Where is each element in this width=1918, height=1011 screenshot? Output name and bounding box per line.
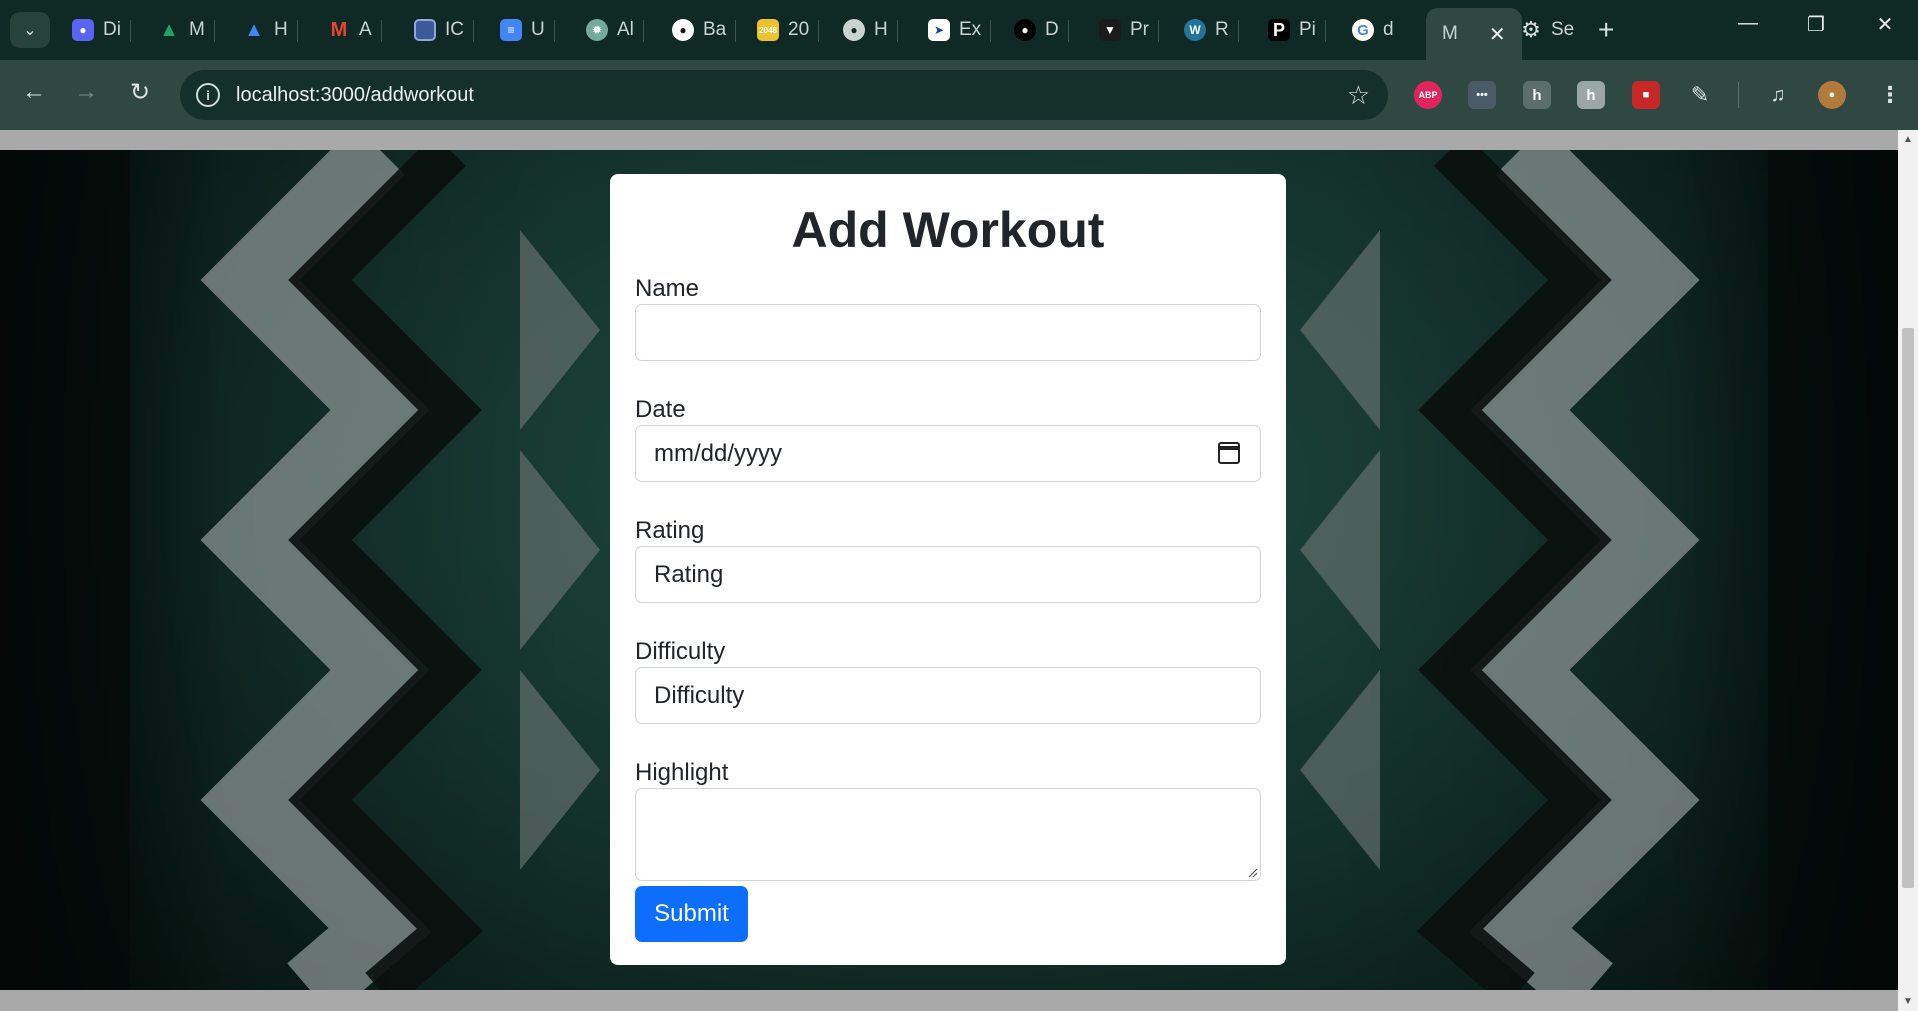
tab-15[interactable]: P Pi [1268,12,1326,48]
discord-icon: ● [72,19,94,41]
extension-h-icon[interactable]: h [1577,81,1605,109]
plus-icon: + [1598,14,1615,45]
url-text[interactable]: localhost:3000/addworkout [236,84,474,107]
arrow-right-icon: → [74,78,98,105]
extension-red-icon[interactable]: ■ [1632,81,1660,109]
tab-11[interactable]: ➤ Ex [928,12,992,48]
tab-16[interactable]: G d [1352,12,1394,48]
skull-icon: ● [1014,19,1036,41]
tab-6[interactable]: ≡ U [500,12,555,48]
tab-search-button[interactable]: ⌄ [10,12,50,48]
gear-icon: ⚙ [1521,17,1541,42]
close-tab-icon[interactable]: ✕ [1489,22,1506,47]
tab-10[interactable]: ● H [843,12,898,48]
media-control-icon[interactable]: ♫ [1764,81,1792,109]
game-2048-icon: 2048 [757,19,779,41]
difficulty-input[interactable]: Difficulty [635,667,1261,724]
restore-icon: ❐ [1807,14,1825,36]
gmail-icon: M [330,18,348,41]
close-window-button[interactable]: ✕ [1865,12,1905,37]
tab-active[interactable]: M ✕ [1426,8,1522,60]
page-scrollbar[interactable]: ▲ ▼ [1898,130,1918,1011]
arrow-left-icon: ← [22,78,46,105]
tab-7[interactable]: ✹ Al [586,12,644,48]
page-title: Add Workout [791,202,1105,258]
tab-bar: ⌄ ● Di ▲ M ▲ H M A IC ≡ U ✹ Al ● Ba 2048… [0,0,1918,60]
password-extension-icon[interactable]: ••• [1468,81,1496,109]
google-drive-icon: ▲ [244,18,264,41]
toolbar-divider [1738,82,1739,108]
page-top-strip [0,130,1898,150]
tab-4[interactable]: M A [328,12,382,48]
calendar-icon[interactable] [1218,442,1240,464]
tab-1[interactable]: ● Di [72,12,131,48]
scroll-up-arrow-icon[interactable]: ▲ [1898,134,1918,145]
honey-extension-icon[interactable]: h [1523,81,1551,109]
tab-9[interactable]: 2048 20 [757,12,820,48]
reload-icon: ↻ [129,79,151,106]
new-tab-button[interactable]: + [1598,14,1614,46]
wordpress-icon: W [1184,19,1206,41]
chevron-down-icon: ⌄ [23,22,37,39]
tab-3[interactable]: ▲ H [243,12,298,48]
forward-button[interactable]: → [68,78,104,106]
add-workout-card: Add Workout Name Date mm/dd/yyyy Rating … [610,174,1286,965]
document-icon [414,19,436,41]
globe-icon: ● [843,19,865,41]
runner-icon: ➤ [928,19,950,41]
minimize-button[interactable]: — [1728,12,1768,35]
google-docs-icon: ≡ [500,19,522,41]
page-bottom-strip [0,990,1898,1011]
panther-icon: ▼ [1099,19,1121,41]
scroll-down-arrow-icon[interactable]: ▼ [1898,996,1918,1007]
browser-toolbar: ← → ↻ i localhost:3000/addworkout ☆ ABP … [0,60,1918,130]
difficulty-label: Difficulty [635,638,726,665]
scrollbar-thumb[interactable] [1902,328,1914,888]
tab-12[interactable]: ● D [1014,12,1069,48]
tab-settings[interactable]: ⚙ Se [1520,12,1574,48]
date-label: Date [635,396,686,423]
back-button[interactable]: ← [16,78,52,106]
google-drive-icon: ▲ [159,18,179,41]
google-icon: G [1352,19,1374,41]
restore-button[interactable]: ❐ [1796,12,1836,37]
github-icon: ● [672,19,694,41]
tab-13[interactable]: ▼ Pr [1099,12,1159,48]
p-logo-icon: P [1268,19,1290,41]
tab-5[interactable]: IC [414,12,474,48]
resize-grip-icon[interactable] [1246,866,1258,878]
site-info-icon[interactable]: i [196,83,220,107]
highlight-label: Highlight [635,759,729,786]
close-icon: ✕ [1876,14,1894,36]
tab-2[interactable]: ▲ M [158,12,215,48]
puzzle-extensions-icon[interactable]: ✎ [1686,81,1714,109]
chatgpt-icon: ✹ [586,19,608,41]
profile-avatar[interactable]: ● [1818,81,1846,109]
reload-button[interactable]: ↻ [122,78,158,107]
name-label: Name [635,275,700,302]
highlight-textarea[interactable] [635,788,1261,881]
submit-button[interactable]: Submit [635,886,748,942]
rating-label: Rating [635,517,705,544]
more-menu-icon[interactable]: ⋮ [1876,81,1904,109]
bookmark-star-icon[interactable]: ☆ [1347,80,1370,111]
tab-14[interactable]: W R [1184,12,1239,48]
name-input[interactable] [635,304,1261,361]
address-bar[interactable]: i localhost:3000/addworkout ☆ [180,70,1388,120]
date-input-text: mm/dd/yyyy [654,440,783,467]
minimize-icon: — [1738,12,1758,34]
rating-input[interactable]: Rating [635,546,1261,603]
date-input[interactable]: mm/dd/yyyy [635,425,1261,482]
tab-8[interactable]: ● Ba [672,12,737,48]
adblock-extension-icon[interactable]: ABP [1414,81,1442,109]
